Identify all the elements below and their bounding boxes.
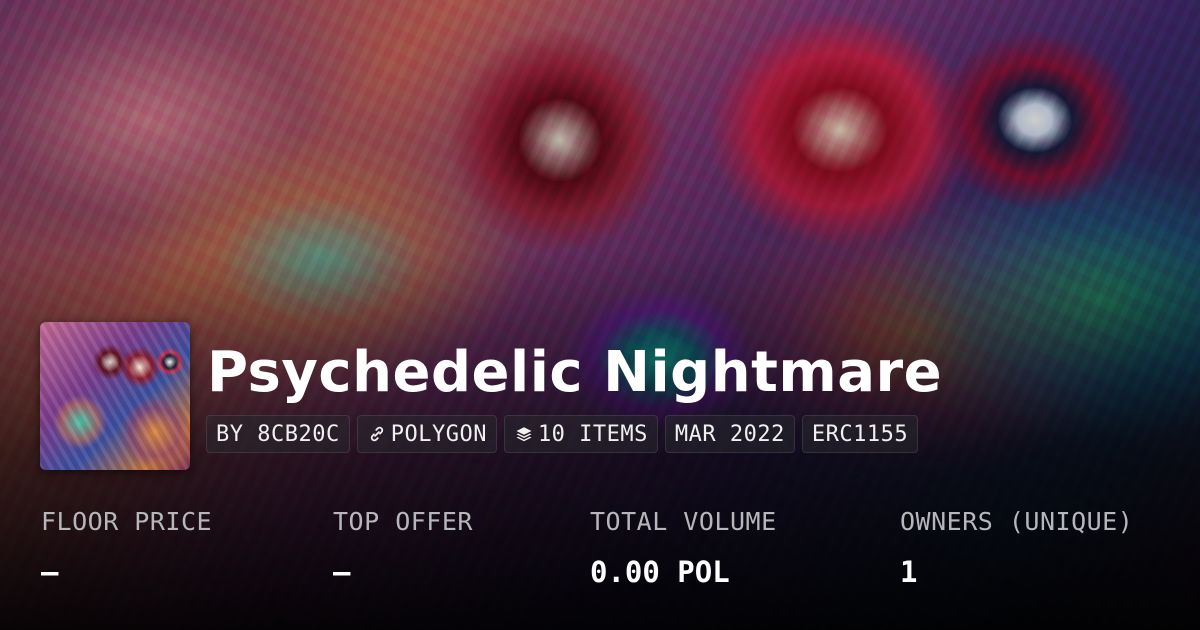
items-chip: 10 ITEMS <box>503 415 658 453</box>
chain-label: POLYGON <box>390 421 487 447</box>
stat-value: 1 <box>900 555 918 589</box>
stat-top-offer: TOP OFFER – <box>333 505 473 589</box>
collection-meta-chips: BY 8CB20C POLYGON 10 ITEMS MAR 2022 ERC1… <box>206 415 919 453</box>
date-label: MAR 2022 <box>674 421 785 447</box>
stat-label: FLOOR PRICE <box>41 507 213 536</box>
date-chip: MAR 2022 <box>664 415 795 453</box>
creator-label: BY 8CB20C <box>216 421 340 447</box>
collection-title: Psychedelic Nightmare <box>207 340 943 405</box>
stat-owners: OWNERS (UNIQUE) 1 <box>900 505 1133 589</box>
stat-value: – <box>41 555 59 589</box>
stat-value: – <box>333 555 351 589</box>
stat-label: TOTAL VOLUME <box>590 507 777 536</box>
stat-label: TOP OFFER <box>333 507 473 536</box>
collection-thumbnail <box>40 322 190 470</box>
standard-chip: ERC1155 <box>801 415 919 453</box>
collection-share-card: Psychedelic Nightmare BY 8CB20C POLYGON <box>0 0 1200 630</box>
polygon-link-icon <box>367 424 387 444</box>
stat-total-volume: TOTAL VOLUME 0.00 POL <box>590 505 777 589</box>
layers-icon <box>514 424 534 444</box>
chain-chip: POLYGON <box>356 415 497 453</box>
stat-value: 0.00 POL <box>590 555 730 589</box>
creator-chip: BY 8CB20C <box>206 415 350 453</box>
stat-label: OWNERS (UNIQUE) <box>900 507 1134 536</box>
items-label: 10 ITEMS <box>537 421 648 447</box>
stat-floor-price: FLOOR PRICE – <box>41 505 212 589</box>
standard-label: ERC1155 <box>811 421 909 447</box>
collection-stats: FLOOR PRICE – TOP OFFER – TOTAL VOLUME 0… <box>0 505 1200 605</box>
